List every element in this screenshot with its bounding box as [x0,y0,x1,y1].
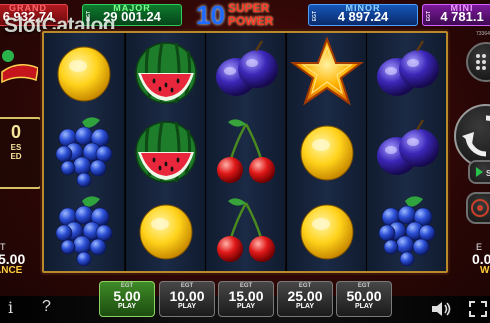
grid-icon [476,54,486,70]
turbo-icon [471,199,489,217]
jackpot-minor: EGT MINOR 4 897.24 [308,4,418,26]
bet-button-5[interactable]: EGT 50.00 PLAY [336,281,392,317]
jackpot-mini-value: 4 781.1 [440,9,484,24]
reels-area [42,31,448,273]
bet-4-play: PLAY [295,303,315,310]
jackpot-mini: EGT MINI 4 781.1 [422,4,490,26]
bet-1-value: 5.00 [113,288,141,304]
watermelon-symbol [126,33,206,112]
bet-button-1[interactable]: EGT 5.00 PLAY [99,281,155,317]
bet-3-play: PLAY [236,303,256,310]
free-games-count: 0 [10,122,21,142]
game-logo: 10 SUPER POWER [192,0,298,32]
cherries-symbol [206,191,286,270]
help-icon[interactable]: ? [42,298,51,316]
bet-5-value: 50.00 [346,288,382,304]
autoplay-button[interactable]: SP [468,160,490,184]
side-logo [0,46,39,86]
sound-icon[interactable] [430,300,452,323]
autoplay-label: SP [486,169,490,178]
lemon-symbol [287,112,367,191]
logo-line-1: SUPER [228,1,270,15]
spin-arrows-icon [462,115,490,157]
fullscreen-icon[interactable] [468,300,488,323]
reel-5 [366,33,446,271]
reel-1 [44,33,124,271]
bet-4-value: 25.00 [287,288,323,304]
lemon-symbol [44,33,124,112]
free-games-line-2: ED [10,152,22,161]
plum-symbol [367,112,447,191]
free-games-badge: 0 ES ED [0,117,42,189]
plum-symbol [206,33,286,112]
bet-3-value: 15.00 [228,288,264,304]
bet-5-play: PLAY [354,303,374,310]
bet-button-3[interactable]: EGT 15.00 PLAY [218,281,274,317]
spin-button[interactable] [454,104,490,168]
plum-symbol [367,33,447,112]
win-sub-label: W [480,265,490,276]
info-icon[interactable]: i [8,298,13,317]
grapes-symbol [44,112,124,191]
grapes-symbol [367,191,447,270]
reel-3 [205,33,285,271]
free-games-line-1: ES [10,143,22,152]
lemon-symbol [287,191,367,270]
logo-number: 10 [196,0,225,30]
bet-button-4[interactable]: EGT 25.00 PLAY [277,281,333,317]
logo-line-2: POWER [228,14,274,28]
bet-2-value: 10.00 [169,288,205,304]
bet-button-2[interactable]: EGT 10.00 PLAY [159,281,215,317]
watermelon-symbol [126,112,206,191]
slot-game-screen: GRAND 6 932.74 EGT MAJOR 29 001.24 10 SU… [0,0,490,323]
star-symbol [287,33,367,112]
turbo-button[interactable] [466,192,490,224]
lemon-symbol [126,191,206,270]
cherries-symbol [206,112,286,191]
bet-2-play: PLAY [177,303,197,310]
grapes-symbol [44,191,124,270]
balance-label: ANCE [0,265,23,276]
reel-2 [124,33,206,271]
reel-4 [285,33,367,271]
jackpot-minor-value: 4 897.24 [337,9,389,24]
menu-button[interactable] [466,42,490,82]
bet-1-play: PLAY [117,303,137,310]
play-icon: SP [476,167,490,178]
game-id: 73364 [476,31,490,37]
